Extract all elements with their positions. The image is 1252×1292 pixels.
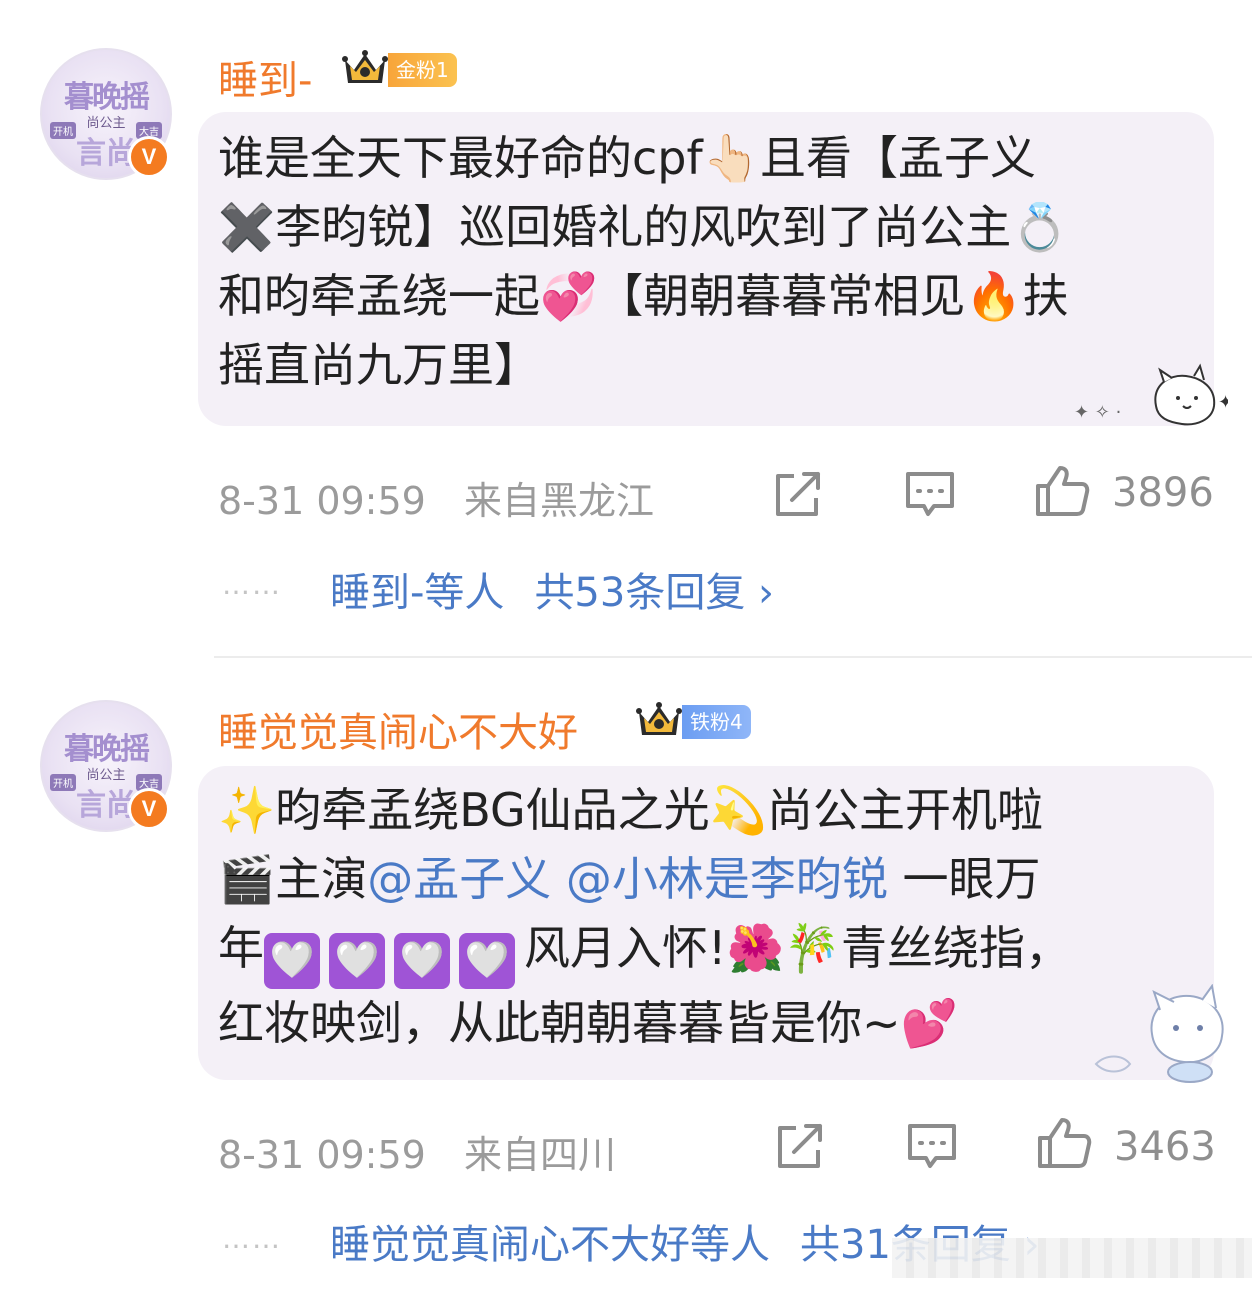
location: 来自四川 — [464, 1133, 617, 1177]
share-icon[interactable] — [774, 1122, 826, 1172]
avatar-text: 暮晚摇 — [64, 732, 150, 767]
white-heart-emoji: 🤍 — [264, 933, 320, 989]
comment-text-segment: 一眼万 — [887, 852, 1041, 906]
timestamp: 8-31 09:59 — [218, 1133, 426, 1177]
comment-text-segment: 年 — [218, 921, 264, 975]
white-heart-emoji: 🤍 — [394, 933, 450, 989]
like-count: 3463 — [1114, 1124, 1216, 1170]
white-heart-emoji: 🤍 — [459, 933, 515, 989]
avatar-tag: 开机 — [50, 774, 76, 791]
comment-line: 🎬主演@孟子义 @小林是李昀锐 一眼万 — [218, 845, 1178, 914]
comment-text: ✨昀牵孟绕BG仙品之光💫尚公主开机啦 🎬主演@孟子义 @小林是李昀锐 一眼万 年… — [218, 776, 1178, 1058]
fan-badge: 铁粉4 — [682, 705, 751, 739]
like-icon[interactable] — [1036, 1116, 1092, 1170]
comment-text-segment: 🎬主演 — [218, 852, 368, 906]
crown-icon — [636, 702, 682, 735]
watermark-overlay — [892, 1238, 1252, 1278]
comment-meta: 8-31 09:59 来自四川 — [218, 1124, 616, 1179]
more-dots: …… — [222, 1222, 282, 1255]
comment-text-segment: 风月入怀!🌺🎋青丝绕指， — [524, 921, 1071, 975]
white-heart-emoji: 🤍 — [329, 933, 385, 989]
comment-card: 暮晚摇 尚公主 言尚 开机 大吉 V 睡觉觉真闹心不大好 铁粉4 ✨昀牵孟绕BG… — [0, 0, 1252, 1292]
comment-line: ✨昀牵孟绕BG仙品之光💫尚公主开机啦 — [218, 783, 1043, 837]
replies-by: 睡觉觉真闹心不大好等人 — [330, 1222, 770, 1268]
comment-icon[interactable] — [906, 1122, 958, 1172]
comment-line: 年 🤍 🤍 🤍 🤍 风月入怀!🌺🎋青丝绕指， — [218, 914, 1178, 989]
verified-badge: V — [128, 788, 170, 830]
mention-link[interactable]: @孟子义 @小林是李昀锐 — [367, 852, 888, 906]
cat-sticker-icon — [1094, 984, 1224, 1083]
username[interactable]: 睡觉觉真闹心不大好 — [218, 700, 578, 758]
comment-line: 红妆映剑，从此朝朝暮暮皆是你~💕 — [218, 996, 958, 1050]
